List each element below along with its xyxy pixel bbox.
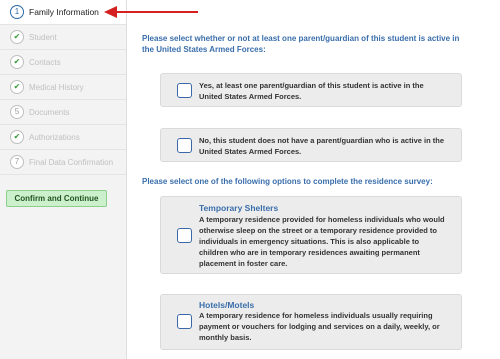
- option-checkbox[interactable]: [177, 228, 192, 243]
- checkmark-icon: ✔: [10, 55, 24, 69]
- option-text: A temporary residence provided for homel…: [199, 215, 445, 268]
- option-checkbox[interactable]: [177, 314, 192, 329]
- progress-sidebar: 1 Family Information ✔ Student ✔ Contact…: [0, 0, 127, 359]
- option-text: A temporary residence for homeless indiv…: [199, 311, 440, 342]
- step-medical-history[interactable]: ✔ Medical History: [0, 75, 126, 100]
- red-arrow-icon: [104, 6, 198, 18]
- step-label: Contacts: [29, 57, 61, 67]
- residence-option-hotels-motels[interactable]: Hotels/Motels A temporary residence for …: [160, 294, 462, 350]
- option-text: No, this student does not have a parent/…: [199, 136, 445, 156]
- step-documents[interactable]: 5 Documents: [0, 100, 126, 125]
- option-checkbox[interactable]: [177, 83, 192, 98]
- checkmark-icon: ✔: [10, 30, 24, 44]
- checkmark-icon: ✔: [10, 80, 24, 94]
- step-final-data-confirmation[interactable]: 7 Final Data Confirmation: [0, 150, 126, 175]
- step-label: Authorizations: [29, 132, 80, 142]
- step-student[interactable]: ✔ Student: [0, 25, 126, 50]
- checkmark-icon: ✔: [10, 130, 24, 144]
- step-label: Family Information: [29, 7, 99, 17]
- step-authorizations[interactable]: ✔ Authorizations: [0, 125, 126, 150]
- step-label: Documents: [29, 107, 70, 117]
- step-number-icon: 5: [10, 105, 24, 119]
- step-label: Student: [29, 32, 57, 42]
- step-number-icon: 7: [10, 155, 24, 169]
- step-contacts[interactable]: ✔ Contacts: [0, 50, 126, 75]
- option-title: Temporary Shelters: [199, 203, 279, 213]
- option-checkbox[interactable]: [177, 138, 192, 153]
- step-label: Final Data Confirmation: [29, 157, 114, 167]
- military-option-yes[interactable]: Yes, at least one parent/guardian of thi…: [160, 73, 462, 107]
- military-question: Please select whether or not at least on…: [142, 34, 460, 54]
- residence-option-temporary-shelters[interactable]: Temporary Shelters A temporary residence…: [160, 196, 462, 274]
- step-label: Medical History: [29, 82, 84, 92]
- step-number-icon: 1: [10, 5, 24, 19]
- military-option-no[interactable]: No, this student does not have a parent/…: [160, 128, 462, 162]
- confirm-and-continue-button[interactable]: Confirm and Continue: [6, 190, 107, 207]
- option-title: Hotels/Motels: [199, 300, 255, 310]
- option-text: Yes, at least one parent/guardian of thi…: [199, 81, 424, 101]
- residence-question: Please select one of the following optio…: [142, 177, 433, 186]
